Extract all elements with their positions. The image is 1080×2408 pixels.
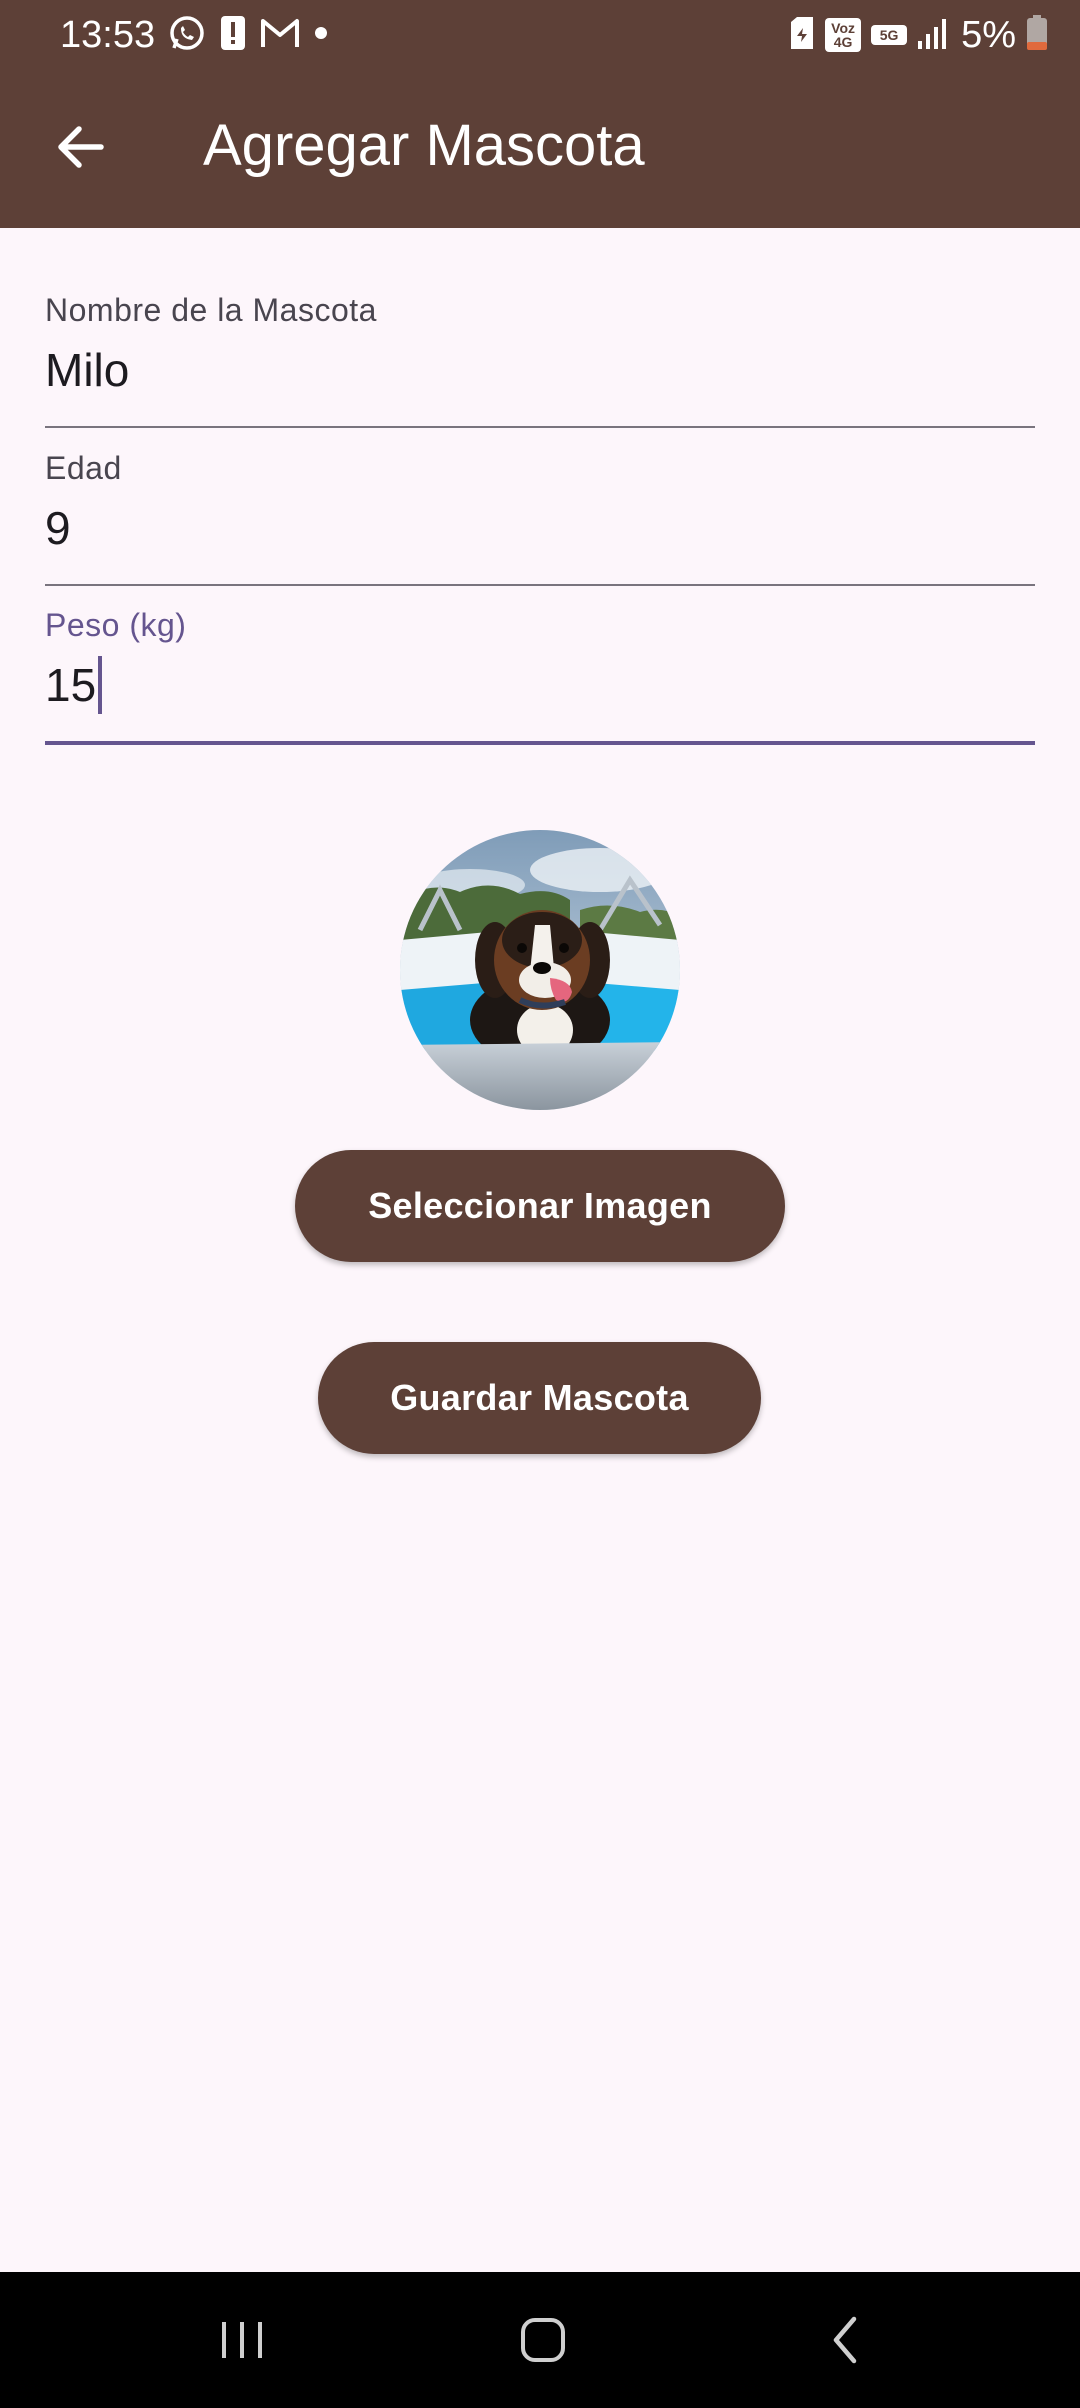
screen: 13:53 Voz 4G 5G 5% Agregar Mascota Nombr… [0, 0, 1080, 2408]
volte-icon: Voz 4G [825, 18, 862, 52]
pet-age-underline [45, 584, 1035, 586]
pet-name-underline [45, 426, 1035, 428]
pet-name-field[interactable]: Nombre de la Mascota Milo [45, 290, 1035, 430]
pet-weight-value: 15 [45, 659, 97, 711]
signal-icon [917, 17, 951, 54]
battery-percentage: 5% [961, 14, 1016, 56]
pet-age-label: Edad [45, 450, 122, 486]
pet-weight-field[interactable]: Peso (kg) 15 [45, 605, 1035, 749]
save-pet-button[interactable]: Guardar Mascota [318, 1342, 761, 1454]
status-bar: 13:53 Voz 4G 5G 5% [0, 0, 1080, 70]
whatsapp-icon [168, 14, 206, 57]
pet-weight-label: Peso (kg) [45, 607, 187, 643]
pet-weight-underline [45, 741, 1035, 745]
status-time: 13:53 [60, 14, 156, 56]
recent-apps-icon [222, 2322, 262, 2358]
system-icons: Voz 4G 5G 5% [789, 12, 1048, 58]
gmail-icon [260, 17, 300, 54]
pet-weight-input[interactable]: 15 [45, 655, 103, 718]
system-nav-bar [0, 2272, 1080, 2408]
alert-icon [220, 15, 246, 56]
select-image-button[interactable]: Seleccionar Imagen [295, 1150, 785, 1262]
pet-age-field[interactable]: Edad 9 [45, 448, 1035, 588]
notification-icons [168, 14, 328, 56]
recent-apps-button[interactable] [192, 2300, 292, 2380]
dot-icon [314, 26, 328, 45]
home-icon [521, 2318, 565, 2362]
sim-icon [789, 16, 815, 55]
back-button[interactable] [40, 107, 120, 187]
pet-name-label: Nombre de la Mascota [45, 292, 377, 328]
text-cursor [98, 655, 103, 714]
system-back-button[interactable] [795, 2300, 895, 2380]
app-bar: Agregar Mascota [0, 70, 1080, 228]
pet-name-input[interactable]: Milo [45, 342, 129, 398]
home-button[interactable] [493, 2300, 593, 2380]
5g-icon: 5G [871, 25, 908, 45]
page-title: Agregar Mascota [203, 113, 645, 178]
pet-photo [400, 830, 680, 1110]
pet-age-input[interactable]: 9 [45, 500, 71, 556]
arrow-left-icon [58, 126, 104, 168]
chevron-left-icon [833, 2316, 857, 2364]
battery-icon [1026, 14, 1048, 56]
